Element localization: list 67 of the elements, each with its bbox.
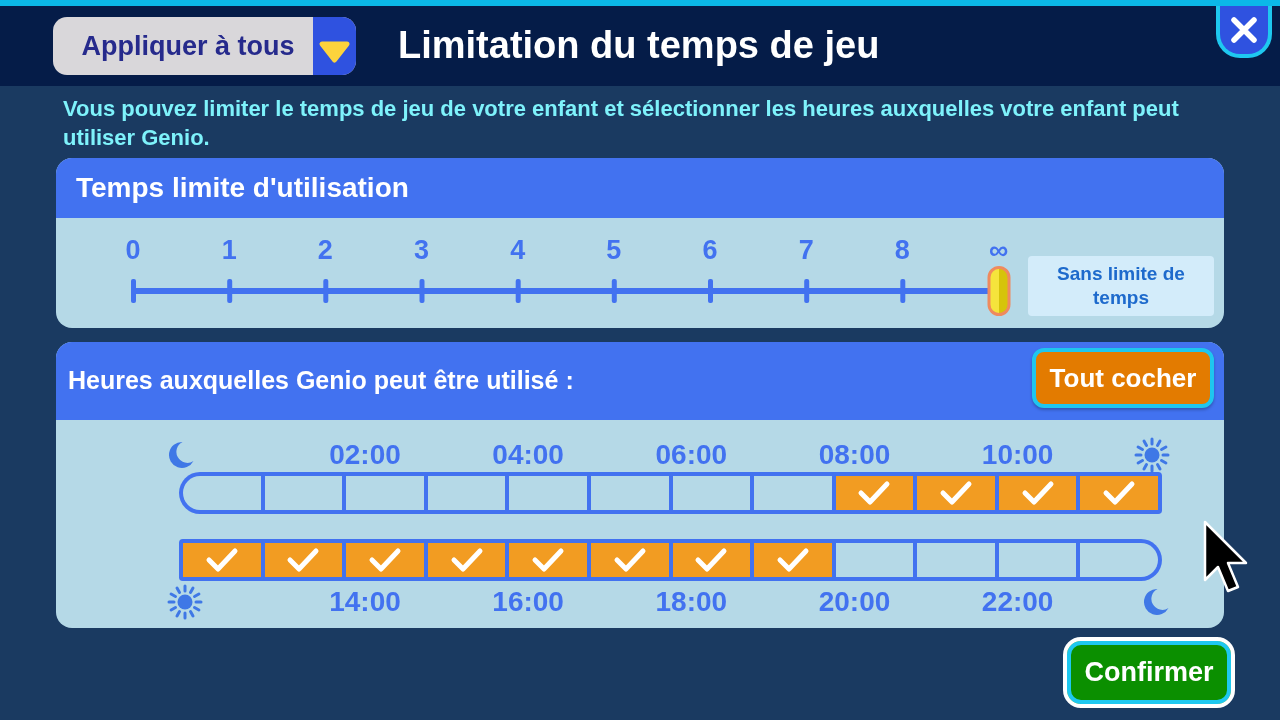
apply-all-dropdown[interactable]: Appliquer à tous bbox=[53, 17, 356, 75]
time-label: 18:00 bbox=[655, 586, 728, 618]
check-icon bbox=[531, 547, 566, 573]
sun-icon bbox=[167, 584, 203, 620]
caret-icon[interactable] bbox=[313, 17, 356, 75]
tick-label: ∞ bbox=[988, 235, 1009, 265]
moon-icon bbox=[1142, 587, 1170, 617]
time-label: 02:00 bbox=[329, 439, 401, 471]
hour-slot[interactable] bbox=[264, 476, 343, 510]
time-label: 16:00 bbox=[492, 586, 564, 618]
close-icon[interactable] bbox=[1230, 16, 1258, 44]
hour-slot[interactable] bbox=[998, 543, 1077, 577]
hour-slot[interactable] bbox=[346, 543, 424, 577]
hour-slot[interactable] bbox=[835, 543, 914, 577]
check-icon bbox=[775, 547, 810, 573]
hour-slot[interactable] bbox=[835, 476, 914, 510]
hour-slot[interactable] bbox=[1080, 543, 1158, 577]
hour-slot[interactable] bbox=[672, 476, 751, 510]
window-title: Limitation du temps de jeu bbox=[398, 23, 880, 69]
hour-slot[interactable] bbox=[427, 543, 506, 577]
tick-label: 6 bbox=[702, 235, 718, 265]
close-button[interactable] bbox=[1216, 6, 1272, 58]
time-label: 14:00 bbox=[329, 586, 401, 618]
time-label: 06:00 bbox=[655, 439, 728, 471]
check-icon bbox=[939, 480, 974, 506]
tick-label: 1 bbox=[221, 235, 237, 265]
limit-reading: Sans limite de temps bbox=[1028, 256, 1214, 316]
check-icon bbox=[1020, 480, 1055, 506]
tick-label: 7 bbox=[798, 235, 814, 265]
panel-title: Temps limite d'utilisation bbox=[76, 171, 409, 205]
tick-label: 3 bbox=[414, 235, 429, 265]
tick-label: 4 bbox=[510, 235, 526, 265]
tick-label: 2 bbox=[317, 235, 333, 265]
tick-label: 5 bbox=[606, 235, 622, 265]
tick-label: 0 bbox=[125, 235, 141, 265]
check-icon bbox=[204, 547, 239, 573]
mouse-pointer-icon bbox=[1203, 520, 1250, 595]
panel-title: Heures auxquelles Genio peut être utilisé : bbox=[68, 365, 574, 397]
check-icon bbox=[286, 547, 321, 573]
check-icon bbox=[612, 547, 647, 573]
time-label: 20:00 bbox=[818, 586, 891, 618]
check-icon bbox=[449, 547, 484, 573]
moon-icon bbox=[167, 440, 195, 470]
check-icon bbox=[1102, 480, 1137, 506]
check-icon bbox=[694, 547, 729, 573]
hour-slot[interactable] bbox=[998, 476, 1077, 510]
time-label: 10:00 bbox=[981, 439, 1054, 471]
check-icon bbox=[857, 480, 892, 506]
check-all-button[interactable]: Tout cocher bbox=[1032, 348, 1214, 408]
tick-label: 8 bbox=[894, 235, 910, 265]
slider-thumb[interactable] bbox=[987, 266, 1010, 316]
hour-slot[interactable] bbox=[183, 543, 261, 577]
confirm-button[interactable]: Confirmer bbox=[1063, 637, 1235, 708]
hour-slot[interactable] bbox=[754, 543, 832, 577]
time-label: 04:00 bbox=[492, 439, 564, 471]
time-label: 22:00 bbox=[981, 586, 1054, 618]
hour-slot[interactable] bbox=[427, 476, 506, 510]
check-icon bbox=[367, 547, 402, 573]
hour-slot[interactable] bbox=[590, 543, 669, 577]
hour-slot[interactable] bbox=[264, 543, 343, 577]
hour-slot[interactable] bbox=[183, 476, 261, 510]
description-text: Vous pouvez limiter le temps de jeu de votre enfant et sélectionner les heures auxquelles votre enfant peut utiliser Genio. bbox=[62, 95, 1180, 152]
hour-slot[interactable] bbox=[1080, 476, 1158, 510]
time-label: 08:00 bbox=[818, 439, 891, 471]
hour-slot[interactable] bbox=[672, 543, 751, 577]
hour-slot[interactable] bbox=[509, 543, 587, 577]
hour-slot[interactable] bbox=[917, 476, 995, 510]
